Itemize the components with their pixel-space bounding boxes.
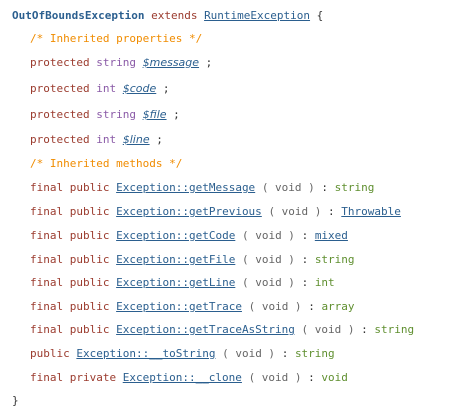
method-args: ( void ) bbox=[241, 276, 295, 289]
parent-class-link[interactable]: RuntimeException bbox=[204, 9, 310, 22]
method-colon: : bbox=[308, 371, 315, 384]
method-args: ( void ) bbox=[241, 229, 295, 242]
method-row: final public Exception::getTraceAsString… bbox=[30, 321, 414, 339]
property-name-link[interactable]: $line bbox=[123, 133, 150, 146]
property-row: protected string $message ; bbox=[30, 54, 212, 72]
property-modifier: protected bbox=[30, 82, 90, 95]
method-name-link[interactable]: Exception::getTraceAsString bbox=[116, 323, 295, 336]
property-name-link[interactable]: $message bbox=[143, 56, 199, 69]
property-modifier: protected bbox=[30, 133, 90, 146]
property-terminator: ; bbox=[199, 56, 213, 69]
class-synopsis: OutOfBoundsException extends RuntimeExce… bbox=[0, 0, 468, 414]
method-return-type: array bbox=[321, 300, 355, 313]
method-name-link[interactable]: Exception::getTrace bbox=[116, 300, 242, 313]
method-return-type: string bbox=[374, 323, 415, 336]
property-row: protected string $file ; bbox=[30, 106, 180, 124]
method-colon: : bbox=[308, 300, 315, 313]
method-colon: : bbox=[321, 181, 329, 194]
method-row: final public Exception::getCode ( void )… bbox=[30, 227, 348, 245]
method-args: ( void ) bbox=[248, 371, 302, 384]
comment-text: /* Inherited methods */ bbox=[30, 157, 183, 170]
method-modifiers: public bbox=[30, 347, 70, 360]
property-terminator: ; bbox=[156, 82, 170, 95]
method-row: final public Exception::getMessage ( voi… bbox=[30, 179, 374, 197]
method-modifiers: final public bbox=[30, 205, 110, 218]
property-row: protected int $line ; bbox=[30, 131, 163, 149]
inherited-methods-comment: /* Inherited methods */ bbox=[30, 155, 182, 173]
close-brace-text: } bbox=[12, 394, 19, 407]
property-row: protected int $code ; bbox=[30, 80, 170, 98]
close-brace: } bbox=[12, 392, 19, 410]
property-modifier: protected bbox=[30, 56, 90, 69]
method-args: ( void ) bbox=[261, 181, 315, 194]
method-name-link[interactable]: Exception::getLine bbox=[116, 276, 235, 289]
method-name-link[interactable]: Exception::getMessage bbox=[116, 181, 255, 194]
method-return-type-link[interactable]: mixed bbox=[315, 229, 348, 242]
method-return-type: string bbox=[334, 181, 375, 194]
property-type: string bbox=[96, 56, 136, 69]
method-colon: : bbox=[328, 205, 335, 218]
method-args: ( void ) bbox=[241, 253, 295, 266]
method-colon: : bbox=[361, 323, 368, 336]
method-args: ( void ) bbox=[301, 323, 355, 336]
method-colon: : bbox=[301, 253, 309, 266]
method-modifiers: final public bbox=[30, 253, 110, 266]
method-row: final private Exception::__clone ( void … bbox=[30, 369, 348, 387]
method-colon: : bbox=[281, 347, 289, 360]
method-modifiers: final private bbox=[30, 371, 117, 384]
method-colon: : bbox=[301, 229, 309, 242]
method-name-link[interactable]: Exception::__toString bbox=[76, 347, 215, 360]
method-name-link[interactable]: Exception::__clone bbox=[123, 371, 242, 384]
class-declaration: OutOfBoundsException extends RuntimeExce… bbox=[12, 7, 323, 25]
method-modifiers: final public bbox=[30, 300, 110, 313]
property-modifier: protected bbox=[30, 108, 90, 121]
method-modifiers: final public bbox=[30, 181, 110, 194]
method-args: ( void ) bbox=[222, 347, 276, 360]
method-row: final public Exception::getTrace ( void … bbox=[30, 298, 355, 316]
property-name-link[interactable]: $file bbox=[143, 108, 167, 121]
method-modifiers: final public bbox=[30, 323, 110, 336]
property-type: int bbox=[96, 133, 117, 146]
method-return-type: string bbox=[314, 253, 355, 266]
method-row: public Exception::__toString ( void ) : … bbox=[30, 345, 335, 363]
property-terminator: ; bbox=[166, 108, 180, 121]
method-colon: : bbox=[301, 276, 309, 289]
comment-text: /* Inherited properties */ bbox=[30, 32, 203, 45]
class-synopsis-page: OutOfBoundsException extends RuntimeExce… bbox=[0, 0, 468, 414]
property-terminator: ; bbox=[149, 133, 163, 146]
method-row: final public Exception::getLine ( void )… bbox=[30, 274, 335, 292]
property-type: string bbox=[96, 108, 136, 121]
method-args: ( void ) bbox=[268, 205, 322, 218]
method-return-type-link[interactable]: Throwable bbox=[341, 205, 401, 218]
method-row: final public Exception::getFile ( void )… bbox=[30, 251, 355, 269]
method-modifiers: final public bbox=[30, 229, 110, 242]
open-brace: { bbox=[316, 9, 324, 22]
inherited-properties-comment: /* Inherited properties */ bbox=[30, 30, 202, 48]
method-name-link[interactable]: Exception::getCode bbox=[116, 229, 235, 242]
method-args: ( void ) bbox=[248, 300, 302, 313]
method-return-type: int bbox=[314, 276, 335, 289]
extends-keyword: extends bbox=[151, 9, 198, 22]
property-type: int bbox=[96, 82, 117, 95]
method-row: final public Exception::getPrevious ( vo… bbox=[30, 203, 401, 221]
property-name-link[interactable]: $code bbox=[123, 82, 157, 95]
method-name-link[interactable]: Exception::getFile bbox=[116, 253, 235, 266]
method-return-type: void bbox=[321, 371, 348, 384]
class-name: OutOfBoundsException bbox=[12, 9, 145, 22]
method-name-link[interactable]: Exception::getPrevious bbox=[116, 205, 262, 218]
method-modifiers: final public bbox=[30, 276, 110, 289]
method-return-type: string bbox=[294, 347, 335, 360]
